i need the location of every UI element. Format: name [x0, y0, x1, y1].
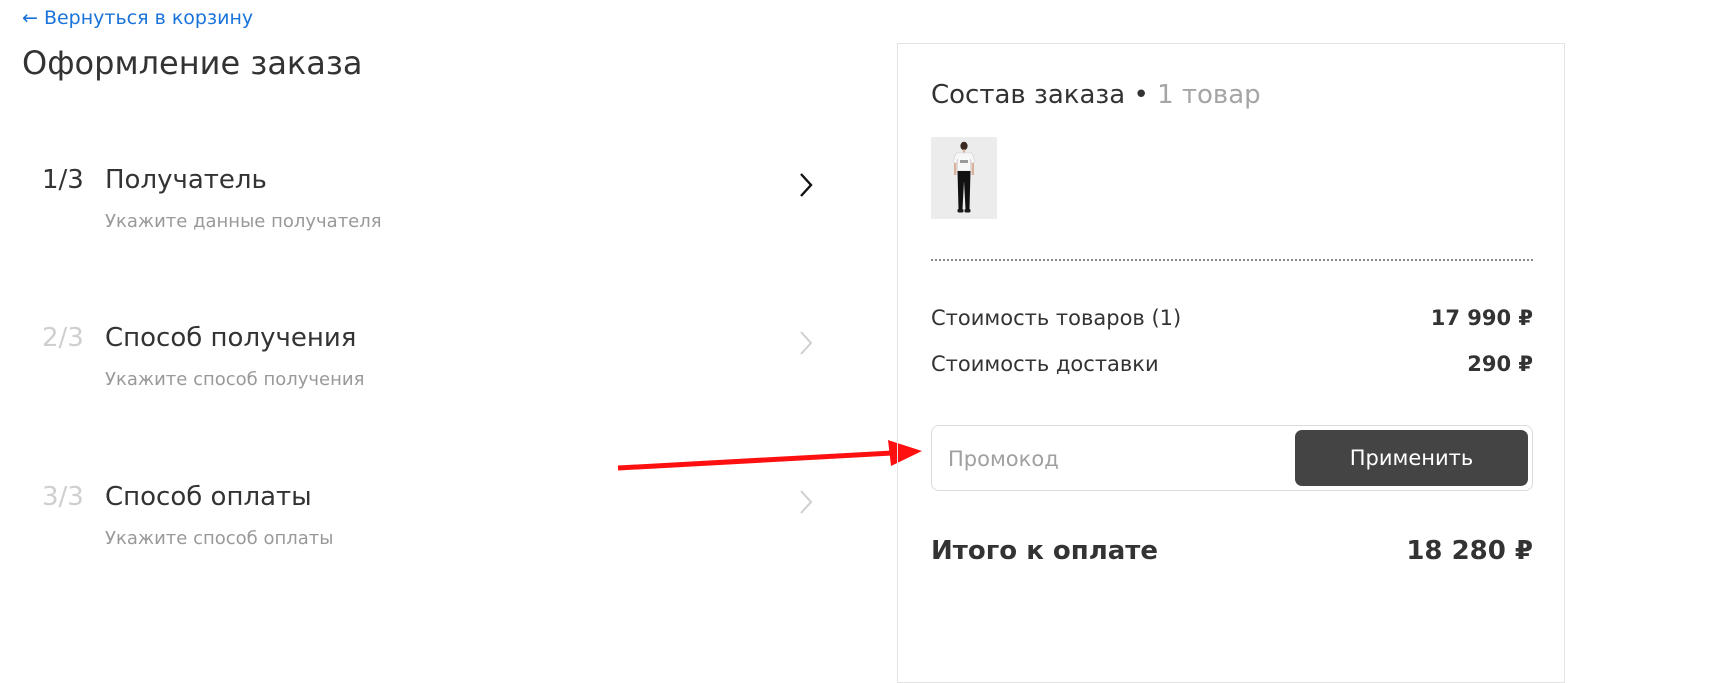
- step-number: 2/3: [42, 323, 84, 353]
- step-subtitle: Укажите способ оплаты: [105, 528, 334, 549]
- product-thumbnail[interactable]: [931, 137, 997, 219]
- goods-cost-label: Стоимость товаров (1): [931, 306, 1182, 330]
- step-title: Способ получения: [105, 323, 357, 353]
- step-number: 3/3: [42, 482, 84, 512]
- step-recipient[interactable]: 1/3 Получатель Укажите данные получателя: [0, 165, 830, 275]
- order-summary-panel: Состав заказа • 1 товар Стоимость товаро…: [897, 43, 1565, 683]
- total-label: Итого к оплате: [931, 536, 1159, 566]
- chevron-right-icon: [800, 173, 813, 197]
- annotation-arrow-icon: [617, 440, 922, 471]
- chevron-right-icon: [800, 490, 813, 514]
- summary-divider: [931, 259, 1533, 261]
- product-image: [931, 137, 997, 219]
- step-subtitle: Укажите способ получения: [105, 369, 365, 390]
- promo-code-input[interactable]: [946, 440, 1280, 478]
- page-title: Оформление заказа: [22, 44, 363, 82]
- delivery-cost-value: 290 ₽: [1467, 352, 1533, 376]
- order-summary-title: Состав заказа • 1 товар: [931, 80, 1261, 110]
- back-to-cart-link[interactable]: ← Вернуться в корзину: [22, 7, 253, 29]
- promo-code-box: Применить: [931, 425, 1533, 491]
- delivery-cost-label: Стоимость доставки: [931, 352, 1159, 376]
- step-subtitle: Укажите данные получателя: [105, 211, 382, 232]
- step-delivery-method[interactable]: 2/3 Способ получения Укажите способ полу…: [0, 323, 830, 433]
- total-value: 18 280 ₽: [1406, 536, 1533, 566]
- apply-promo-button[interactable]: Применить: [1295, 430, 1528, 486]
- chevron-right-icon: [800, 331, 813, 355]
- step-number: 1/3: [42, 165, 84, 195]
- step-title: Способ оплаты: [105, 482, 312, 512]
- goods-cost-value: 17 990 ₽: [1430, 306, 1533, 330]
- step-payment-method[interactable]: 3/3 Способ оплаты Укажите способ оплаты: [0, 482, 830, 592]
- separator-dot: •: [1125, 80, 1158, 110]
- step-title: Получатель: [105, 165, 267, 195]
- order-summary-heading: Состав заказа: [931, 80, 1126, 110]
- item-count: 1 товар: [1157, 80, 1261, 110]
